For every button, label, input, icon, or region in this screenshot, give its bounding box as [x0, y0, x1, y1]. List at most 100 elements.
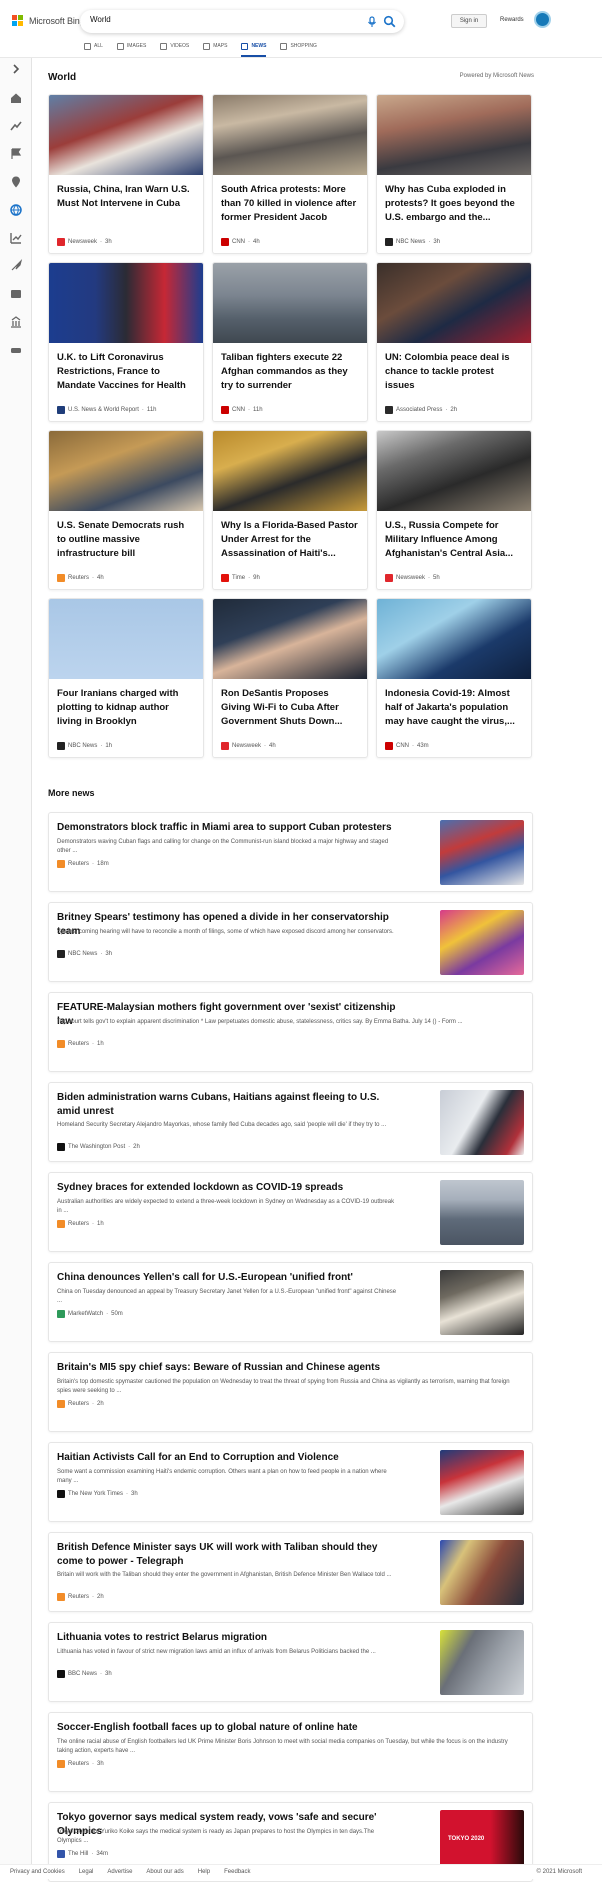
expand-chevron-icon[interactable]	[9, 62, 23, 76]
footer-link-privacy[interactable]: Privacy and Cookies	[10, 1869, 65, 1875]
news-list-thumbnail[interactable]	[440, 1090, 524, 1155]
trending-icon[interactable]	[9, 119, 23, 133]
powered-by-label[interactable]: Powered by Microsoft News	[460, 73, 534, 79]
rocket-icon[interactable]	[9, 259, 23, 273]
news-list-item[interactable]: Britney Spears' testimony has opened a d…	[48, 902, 533, 982]
news-list-title[interactable]: Haitian Activists Call for an End to Cor…	[57, 1451, 397, 1465]
news-list-item[interactable]: FEATURE-Malaysian mothers fight governme…	[48, 992, 533, 1072]
news-list-title[interactable]: Biden administration warns Cubans, Haiti…	[57, 1091, 397, 1119]
news-card-title[interactable]: Russia, China, Iran Warn U.S. Must Not I…	[49, 175, 203, 227]
news-card-title[interactable]: U.S., Russia Compete for Military Influe…	[377, 511, 531, 563]
news-card-title[interactable]: U.K. to Lift Coronavirus Restrictions, F…	[49, 343, 203, 395]
news-list-thumbnail[interactable]	[440, 820, 524, 885]
news-card[interactable]: Russia, China, Iran Warn U.S. Must Not I…	[48, 94, 204, 254]
news-card-image[interactable]	[377, 95, 531, 175]
rewards-icon[interactable]	[534, 11, 551, 28]
news-card-title[interactable]: U.S. Senate Democrats rush to outline ma…	[49, 511, 203, 563]
home-icon[interactable]	[9, 91, 23, 105]
search-input[interactable]: World	[90, 15, 111, 24]
rewards-link[interactable]: Rewards	[500, 17, 524, 23]
news-list-thumbnail[interactable]	[440, 1630, 524, 1695]
tab-shopping[interactable]: SHOPPING	[280, 41, 317, 51]
news-card[interactable]: U.S., Russia Compete for Military Influe…	[376, 430, 532, 590]
news-card-title[interactable]: Taliban fighters execute 22 Afghan comma…	[213, 343, 367, 395]
tab-all[interactable]: ALL	[84, 41, 103, 51]
news-card-title[interactable]: Why has Cuba exploded in protests? It go…	[377, 175, 531, 227]
globe-icon[interactable]	[9, 203, 23, 217]
news-list-thumbnail[interactable]	[440, 1450, 524, 1515]
publisher-logo-icon	[221, 742, 229, 750]
news-list-title[interactable]: Britain's MI5 spy chief says: Beware of …	[57, 1361, 397, 1375]
news-list-item[interactable]: Biden administration warns Cubans, Haiti…	[48, 1082, 533, 1162]
tab-images[interactable]: IMAGES	[116, 41, 146, 51]
film-icon[interactable]	[9, 287, 23, 301]
news-card[interactable]: U.S. Senate Democrats rush to outline ma…	[48, 430, 204, 590]
source-name: Reuters	[68, 1221, 90, 1227]
news-list-title[interactable]: China denounces Yellen's call for U.S.-E…	[57, 1271, 397, 1285]
news-card[interactable]: UN: Colombia peace deal is chance to tac…	[376, 262, 532, 422]
footer-link-feedback[interactable]: Feedback	[224, 1869, 250, 1875]
tab-news[interactable]: NEWS	[241, 41, 267, 57]
news-card-title[interactable]: Indonesia Covid-19: Almost half of Jakar…	[377, 679, 531, 731]
source-name: CNN	[232, 239, 245, 245]
news-list-item[interactable]: Lithuania votes to restrict Belarus migr…	[48, 1622, 533, 1702]
news-category-sidebar	[0, 58, 32, 1879]
news-card-title[interactable]: Ron DeSantis Proposes Giving Wi-Fi to Cu…	[213, 679, 367, 731]
sign-in-button[interactable]: Sign in	[451, 14, 487, 28]
news-card-image[interactable]	[377, 599, 531, 679]
chart-icon[interactable]	[9, 231, 23, 245]
news-card[interactable]: Taliban fighters execute 22 Afghan comma…	[212, 262, 368, 422]
search-box[interactable]: World	[80, 10, 404, 33]
news-card-title[interactable]: UN: Colombia peace deal is chance to tac…	[377, 343, 531, 395]
news-card[interactable]: Four Iranians charged with plotting to k…	[48, 598, 204, 758]
news-list-item[interactable]: China denounces Yellen's call for U.S.-E…	[48, 1262, 533, 1342]
search-icon[interactable]	[383, 15, 396, 28]
news-card[interactable]: South Africa protests: More than 70 kill…	[212, 94, 368, 254]
location-pin-icon[interactable]	[9, 175, 23, 189]
news-card-image[interactable]	[213, 431, 367, 511]
footer-link-advertise[interactable]: Advertise	[107, 1869, 132, 1875]
news-list-item[interactable]: Soccer-English football faces up to glob…	[48, 1712, 533, 1792]
news-list-item[interactable]: Demonstrators block traffic in Miami are…	[48, 812, 533, 892]
building-icon[interactable]	[9, 315, 23, 329]
microphone-icon[interactable]	[366, 16, 378, 28]
news-card-title[interactable]: Four Iranians charged with plotting to k…	[49, 679, 203, 731]
news-card-image[interactable]	[213, 95, 367, 175]
news-list-thumbnail[interactable]	[440, 1180, 524, 1245]
flag-icon[interactable]	[9, 147, 23, 161]
tab-maps[interactable]: MAPS	[203, 41, 227, 51]
news-card-image[interactable]	[377, 263, 531, 343]
news-card[interactable]: U.K. to Lift Coronavirus Restrictions, F…	[48, 262, 204, 422]
news-card-image[interactable]	[49, 95, 203, 175]
news-list-thumbnail[interactable]	[440, 1270, 524, 1335]
bing-logo[interactable]: Microsoft Bing	[12, 15, 85, 26]
news-list-title[interactable]: Lithuania votes to restrict Belarus migr…	[57, 1631, 397, 1645]
news-list-thumbnail[interactable]	[440, 910, 524, 975]
news-list-title[interactable]: Demonstrators block traffic in Miami are…	[57, 821, 397, 835]
news-list-thumbnail[interactable]	[440, 1540, 524, 1605]
news-list-title[interactable]: Sydney braces for extended lockdown as C…	[57, 1181, 397, 1195]
news-card-image[interactable]	[213, 599, 367, 679]
news-list-item[interactable]: Sydney braces for extended lockdown as C…	[48, 1172, 533, 1252]
news-card-image[interactable]	[49, 599, 203, 679]
news-card[interactable]: Ron DeSantis Proposes Giving Wi-Fi to Cu…	[212, 598, 368, 758]
footer-link-legal[interactable]: Legal	[79, 1869, 94, 1875]
news-list-title[interactable]: British Defence Minister says UK will wo…	[57, 1541, 397, 1569]
news-card-image[interactable]	[377, 431, 531, 511]
car-icon[interactable]	[9, 343, 23, 357]
news-card-image[interactable]	[213, 263, 367, 343]
news-card-title[interactable]: South Africa protests: More than 70 kill…	[213, 175, 367, 227]
news-list-item[interactable]: British Defence Minister says UK will wo…	[48, 1532, 533, 1612]
news-card-image[interactable]	[49, 431, 203, 511]
news-list-item[interactable]: Britain's MI5 spy chief says: Beware of …	[48, 1352, 533, 1432]
news-list-title[interactable]: Soccer-English football faces up to glob…	[57, 1721, 397, 1735]
news-card[interactable]: Why Is a Florida-Based Pastor Under Arre…	[212, 430, 368, 590]
news-card[interactable]: Indonesia Covid-19: Almost half of Jakar…	[376, 598, 532, 758]
news-card-title[interactable]: Why Is a Florida-Based Pastor Under Arre…	[213, 511, 367, 563]
footer-link-help[interactable]: Help	[198, 1869, 210, 1875]
news-card-image[interactable]	[49, 263, 203, 343]
news-list-item[interactable]: Haitian Activists Call for an End to Cor…	[48, 1442, 533, 1522]
tab-videos[interactable]: VIDEOS	[160, 41, 189, 51]
news-card[interactable]: Why has Cuba exploded in protests? It go…	[376, 94, 532, 254]
footer-link-about-ads[interactable]: About our ads	[146, 1869, 183, 1875]
